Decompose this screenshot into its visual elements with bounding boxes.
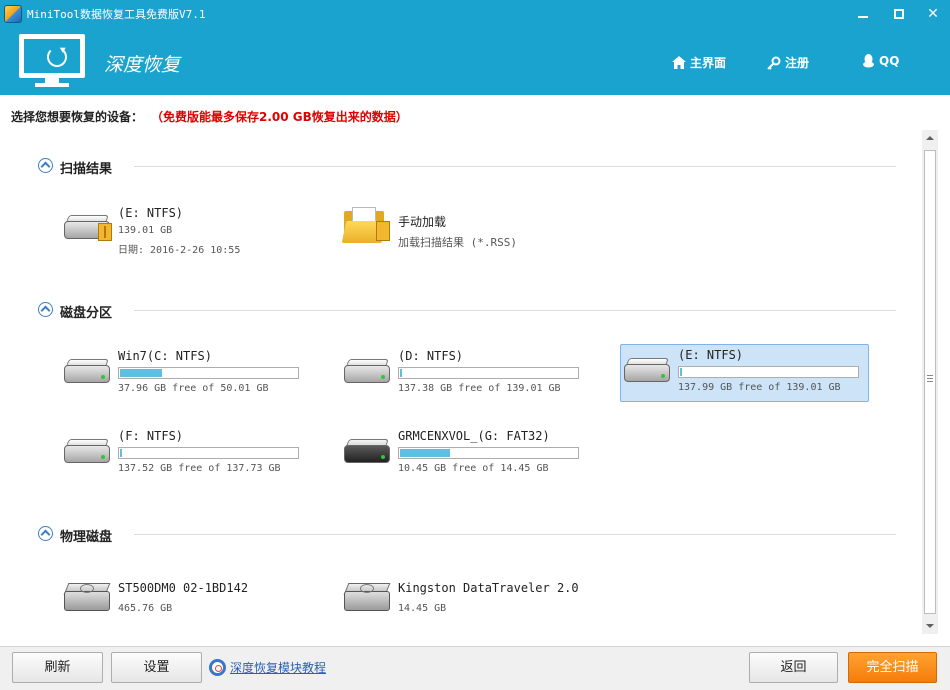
usage-bar [678, 366, 859, 378]
folder-icon [341, 207, 390, 247]
nav-register[interactable]: 注册 [767, 54, 809, 71]
physical-disk-name: Kingston DataTraveler 2.0 [398, 581, 579, 595]
nav-home-label: 主界面 [690, 56, 727, 70]
minimize-icon [858, 16, 868, 18]
minimize-button[interactable] [852, 4, 874, 24]
partition-free: 137.52 GB free of 137.73 GB [118, 463, 281, 474]
partition-item[interactable]: GRMCENXVOL_(G: FAT32) 10.45 GB free of 1… [340, 425, 590, 483]
partition-item-selected[interactable]: (E: NTFS) 137.99 GB free of 139.01 GB [620, 344, 869, 402]
settings-button[interactable]: 设置 [111, 652, 202, 683]
partition-name: GRMCENXVOL_(G: FAT32) [398, 429, 550, 443]
close-button[interactable]: ✕ [922, 4, 944, 24]
collapse-chevron-icon[interactable] [38, 526, 53, 541]
physical-disk-item[interactable]: Kingston DataTraveler 2.0 14.45 GB [340, 577, 600, 635]
usage-bar [118, 367, 299, 379]
partition-item[interactable]: (D: NTFS) 137.38 GB free of 139.01 GB [340, 345, 590, 403]
prompt-text: 选择您想要恢复的设备： [11, 110, 144, 124]
free-limit-warning: （免费版能最多保存2.00 GB恢复出来的数据） [157, 110, 408, 124]
partition-free: 137.99 GB free of 139.01 GB [678, 382, 841, 393]
refresh-button[interactable]: 刷新 [12, 652, 103, 683]
usage-bar-fill [680, 368, 682, 376]
home-icon [672, 56, 686, 69]
vertical-scrollbar[interactable] [922, 130, 938, 634]
manual-load-sub: 加载扫描结果 (*.RSS) [398, 236, 517, 249]
section-label: 磁盘分区 [60, 306, 113, 321]
physical-disk-size: 14.45 GB [398, 603, 447, 614]
usage-bar-fill [120, 449, 122, 457]
section-physical-disks[interactable]: 物理磁盘 [38, 525, 896, 545]
partition-item[interactable]: Win7(C: NTFS) 37.96 GB free of 50.01 GB [60, 345, 310, 403]
scroll-thumb[interactable] [924, 150, 936, 614]
physical-disk-size: 465.76 GB [118, 603, 173, 614]
qq-penguin-icon [863, 54, 874, 68]
back-button[interactable]: 返回 [749, 652, 838, 683]
app-logo-icon [4, 5, 22, 23]
usage-bar-fill [120, 369, 162, 377]
usage-bar-fill [400, 449, 450, 457]
collapse-chevron-icon[interactable] [38, 158, 53, 173]
full-scan-button[interactable]: 完全扫描 [848, 652, 937, 683]
scan-result-date: 日期: 2016-2-26 10:55 [118, 245, 241, 256]
partition-free: 37.96 GB free of 50.01 GB [118, 383, 269, 394]
key-icon [767, 56, 781, 70]
nav-register-label: 注册 [785, 56, 810, 70]
deep-recovery-monitor-icon [19, 34, 85, 88]
partition-free: 137.38 GB free of 139.01 GB [398, 383, 561, 394]
scan-result-size: 139.01 GB [118, 225, 173, 236]
manual-load-item[interactable]: 手动加载 加载扫描结果 (*.RSS) [340, 203, 590, 261]
physical-disk-item[interactable]: ST500DM0 02-1BD142 465.76 GB [60, 577, 310, 635]
nav-qq-label: QQ [879, 54, 900, 68]
tutorial-link[interactable]: 深度恢复模块教程 [209, 659, 326, 676]
title-bar: MiniTool数据恢复工具免费版V7.1 ✕ [0, 0, 950, 28]
app-header: MiniTool数据恢复工具免费版V7.1 ✕ 深度恢复 主界面 注册 QQ [0, 0, 950, 95]
locked-drive-icon [64, 213, 112, 243]
lifebuoy-icon [209, 659, 226, 676]
manual-load-label: 手动加载 [398, 215, 447, 229]
maximize-button[interactable] [888, 4, 910, 24]
nav-home[interactable]: 主界面 [672, 54, 726, 71]
drive-icon [64, 357, 110, 387]
usage-bar-fill [400, 369, 402, 377]
device-prompt: 选择您想要恢复的设备： （免费版能最多保存2.00 GB恢复出来的数据） [11, 108, 408, 125]
hard-disk-icon [343, 581, 391, 613]
hard-disk-icon [63, 581, 111, 613]
scan-result-name: (E: NTFS) [118, 206, 184, 220]
nav-qq[interactable]: QQ [862, 54, 899, 68]
usage-bar [118, 447, 299, 459]
physical-disk-name: ST500DM0 02-1BD142 [118, 581, 249, 595]
drive-icon [344, 357, 390, 387]
scan-result-item[interactable]: (E: NTFS) 139.01 GB 日期: 2016-2-26 10:55 [60, 203, 310, 261]
partition-name: (D: NTFS) [398, 349, 464, 363]
close-icon: ✕ [927, 6, 939, 22]
usage-bar [398, 447, 579, 459]
scroll-up-arrow-icon[interactable] [922, 130, 938, 146]
collapse-chevron-icon[interactable] [38, 302, 53, 317]
usage-bar [398, 367, 579, 379]
partition-name: (F: NTFS) [118, 429, 184, 443]
maximize-icon [894, 9, 904, 19]
drive-icon [64, 437, 110, 467]
usb-drive-icon [344, 437, 390, 467]
section-scan-results[interactable]: 扫描结果 [38, 157, 896, 177]
partition-item[interactable]: (F: NTFS) 137.52 GB free of 137.73 GB [60, 425, 310, 483]
tutorial-link-label: 深度恢复模块教程 [230, 661, 327, 675]
partition-name: Win7(C: NTFS) [118, 349, 212, 363]
partition-name: (E: NTFS) [678, 348, 744, 362]
section-label: 扫描结果 [60, 162, 113, 177]
section-partitions[interactable]: 磁盘分区 [38, 301, 896, 321]
drive-icon [624, 356, 670, 386]
scroll-down-arrow-icon[interactable] [922, 618, 938, 634]
window-title: MiniTool数据恢复工具免费版V7.1 [27, 8, 206, 21]
partition-free: 10.45 GB free of 14.45 GB [398, 463, 549, 474]
section-label: 物理磁盘 [60, 530, 113, 545]
module-title: 深度恢复 [104, 54, 181, 76]
